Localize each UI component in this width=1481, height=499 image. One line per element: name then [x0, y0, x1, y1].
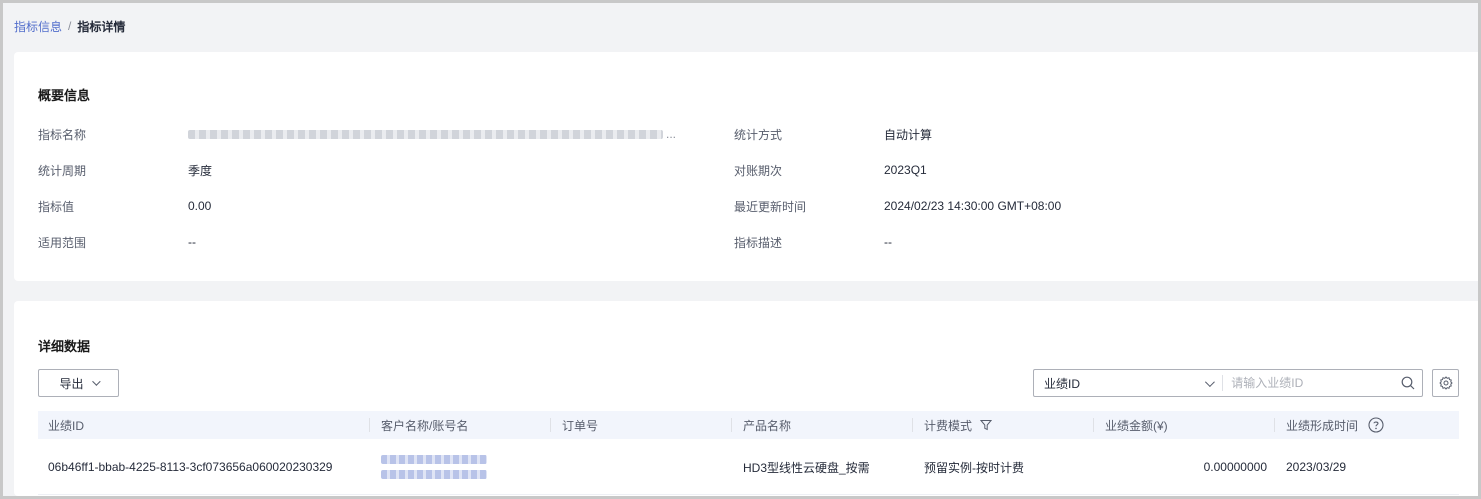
- time-header-label: 业绩形成时间: [1286, 418, 1359, 433]
- info-value: 季度: [188, 163, 213, 178]
- chevron-down-icon: [91, 377, 101, 386]
- column-header-billing: 计费模式: [924, 411, 993, 439]
- breadcrumb-separator: /: [68, 19, 72, 33]
- column-header-order: 订单号: [562, 418, 599, 433]
- column-separator: [1093, 418, 1094, 432]
- cell-product: HD3型线性云硬盘_按需: [743, 460, 870, 475]
- info-label: 指标描述: [734, 235, 783, 250]
- search-icon: [1401, 376, 1415, 390]
- ellipsis: ...: [666, 127, 677, 141]
- info-label: 统计周期: [38, 163, 87, 178]
- search-group: 业绩ID: [1033, 369, 1423, 397]
- cell-billing: 预留实例-按时计费: [924, 460, 1024, 475]
- gear-icon: [1438, 376, 1453, 390]
- info-label: 统计方式: [734, 127, 783, 142]
- info-label: 对账期次: [734, 163, 783, 178]
- chevron-down-icon: [1205, 376, 1216, 387]
- cell-id: 06b46ff1-bbab-4225-8113-3cf073656a060020…: [48, 460, 333, 474]
- breadcrumb-current: 指标详情: [77, 19, 126, 34]
- question-circle-icon[interactable]: [1368, 417, 1384, 433]
- column-separator: [369, 418, 370, 432]
- info-row-last-updated: 最近更新时间 2024/02/23 14:30:00 GMT+08:00: [734, 197, 1334, 215]
- column-header-customer: 客户名称/账号名: [381, 418, 469, 433]
- detail-title: 详细数据: [38, 339, 91, 354]
- table-settings-button[interactable]: [1432, 369, 1459, 397]
- info-row-metric-value: 指标值 0.00: [38, 197, 698, 215]
- breadcrumb: 指标信息 / 指标详情: [14, 17, 125, 35]
- redacted-text: [188, 130, 663, 140]
- cell-amount: 0.00000000: [1203, 460, 1267, 474]
- info-value: 2024/02/23 14:30:00 GMT+08:00: [884, 199, 1062, 213]
- detail-card: 详细数据 导出 业绩ID 业绩ID 客户名称/账号名: [14, 301, 1478, 496]
- summary-card: 概要信息 指标名称 ... 统计周期 季度 指标值 0.00 适用范围 -- 统…: [14, 52, 1478, 281]
- detail-table: 业绩ID 客户名称/账号名 订单号 产品名称 计费模式 业绩金额(¥) 业绩形成…: [38, 411, 1459, 495]
- info-label: 最近更新时间: [734, 199, 807, 214]
- info-value: 2023Q1: [884, 163, 927, 177]
- info-label: 指标值: [38, 199, 75, 214]
- search-input[interactable]: [1223, 370, 1395, 396]
- info-value: 自动计算: [884, 127, 933, 142]
- info-value: --: [884, 235, 892, 249]
- column-header-time: 业绩形成时间: [1286, 411, 1384, 439]
- info-row-recon-period: 对账期次 2023Q1: [734, 161, 1334, 179]
- cell-time: 2023/03/29: [1286, 460, 1347, 474]
- breadcrumb-link-metric-info[interactable]: 指标信息: [14, 18, 62, 35]
- column-header-product: 产品名称: [743, 418, 792, 433]
- info-label: 指标名称: [38, 127, 87, 142]
- column-header-amount: 业绩金额(¥): [1105, 418, 1168, 433]
- column-separator: [550, 418, 551, 432]
- info-row-stat-period: 统计周期 季度: [38, 161, 698, 179]
- info-row-stat-method: 统计方式 自动计算: [734, 125, 1334, 143]
- column-separator: [912, 418, 913, 432]
- info-row-metric-name: 指标名称 ...: [38, 125, 698, 143]
- export-label: 导出: [59, 376, 84, 391]
- account-name-link[interactable]: [381, 470, 487, 479]
- metric-name-value: ...: [188, 127, 676, 141]
- info-value: --: [188, 235, 196, 249]
- summary-title: 概要信息: [38, 88, 91, 103]
- column-separator: [731, 418, 732, 432]
- info-row-description: 指标描述 --: [734, 233, 1334, 251]
- cell-customer: [381, 439, 487, 495]
- table-header: 业绩ID 客户名称/账号名 订单号 产品名称 计费模式 业绩金额(¥) 业绩形成…: [38, 411, 1459, 439]
- search-field-value: 业绩ID: [1044, 376, 1081, 391]
- billing-header-label: 计费模式: [924, 418, 973, 433]
- filter-icon[interactable]: [980, 419, 993, 431]
- column-header-id: 业绩ID: [48, 418, 85, 433]
- info-value: 0.00: [188, 199, 212, 213]
- column-separator: [1274, 418, 1275, 432]
- export-button[interactable]: 导出: [38, 369, 119, 397]
- customer-name-link[interactable]: [381, 455, 487, 464]
- info-row-scope: 适用范围 --: [38, 233, 698, 251]
- table-row: 06b46ff1-bbab-4225-8113-3cf073656a060020…: [38, 439, 1459, 495]
- search-field-select[interactable]: 业绩ID: [1034, 370, 1222, 396]
- search-button[interactable]: [1394, 370, 1422, 396]
- info-label: 适用范围: [38, 235, 87, 250]
